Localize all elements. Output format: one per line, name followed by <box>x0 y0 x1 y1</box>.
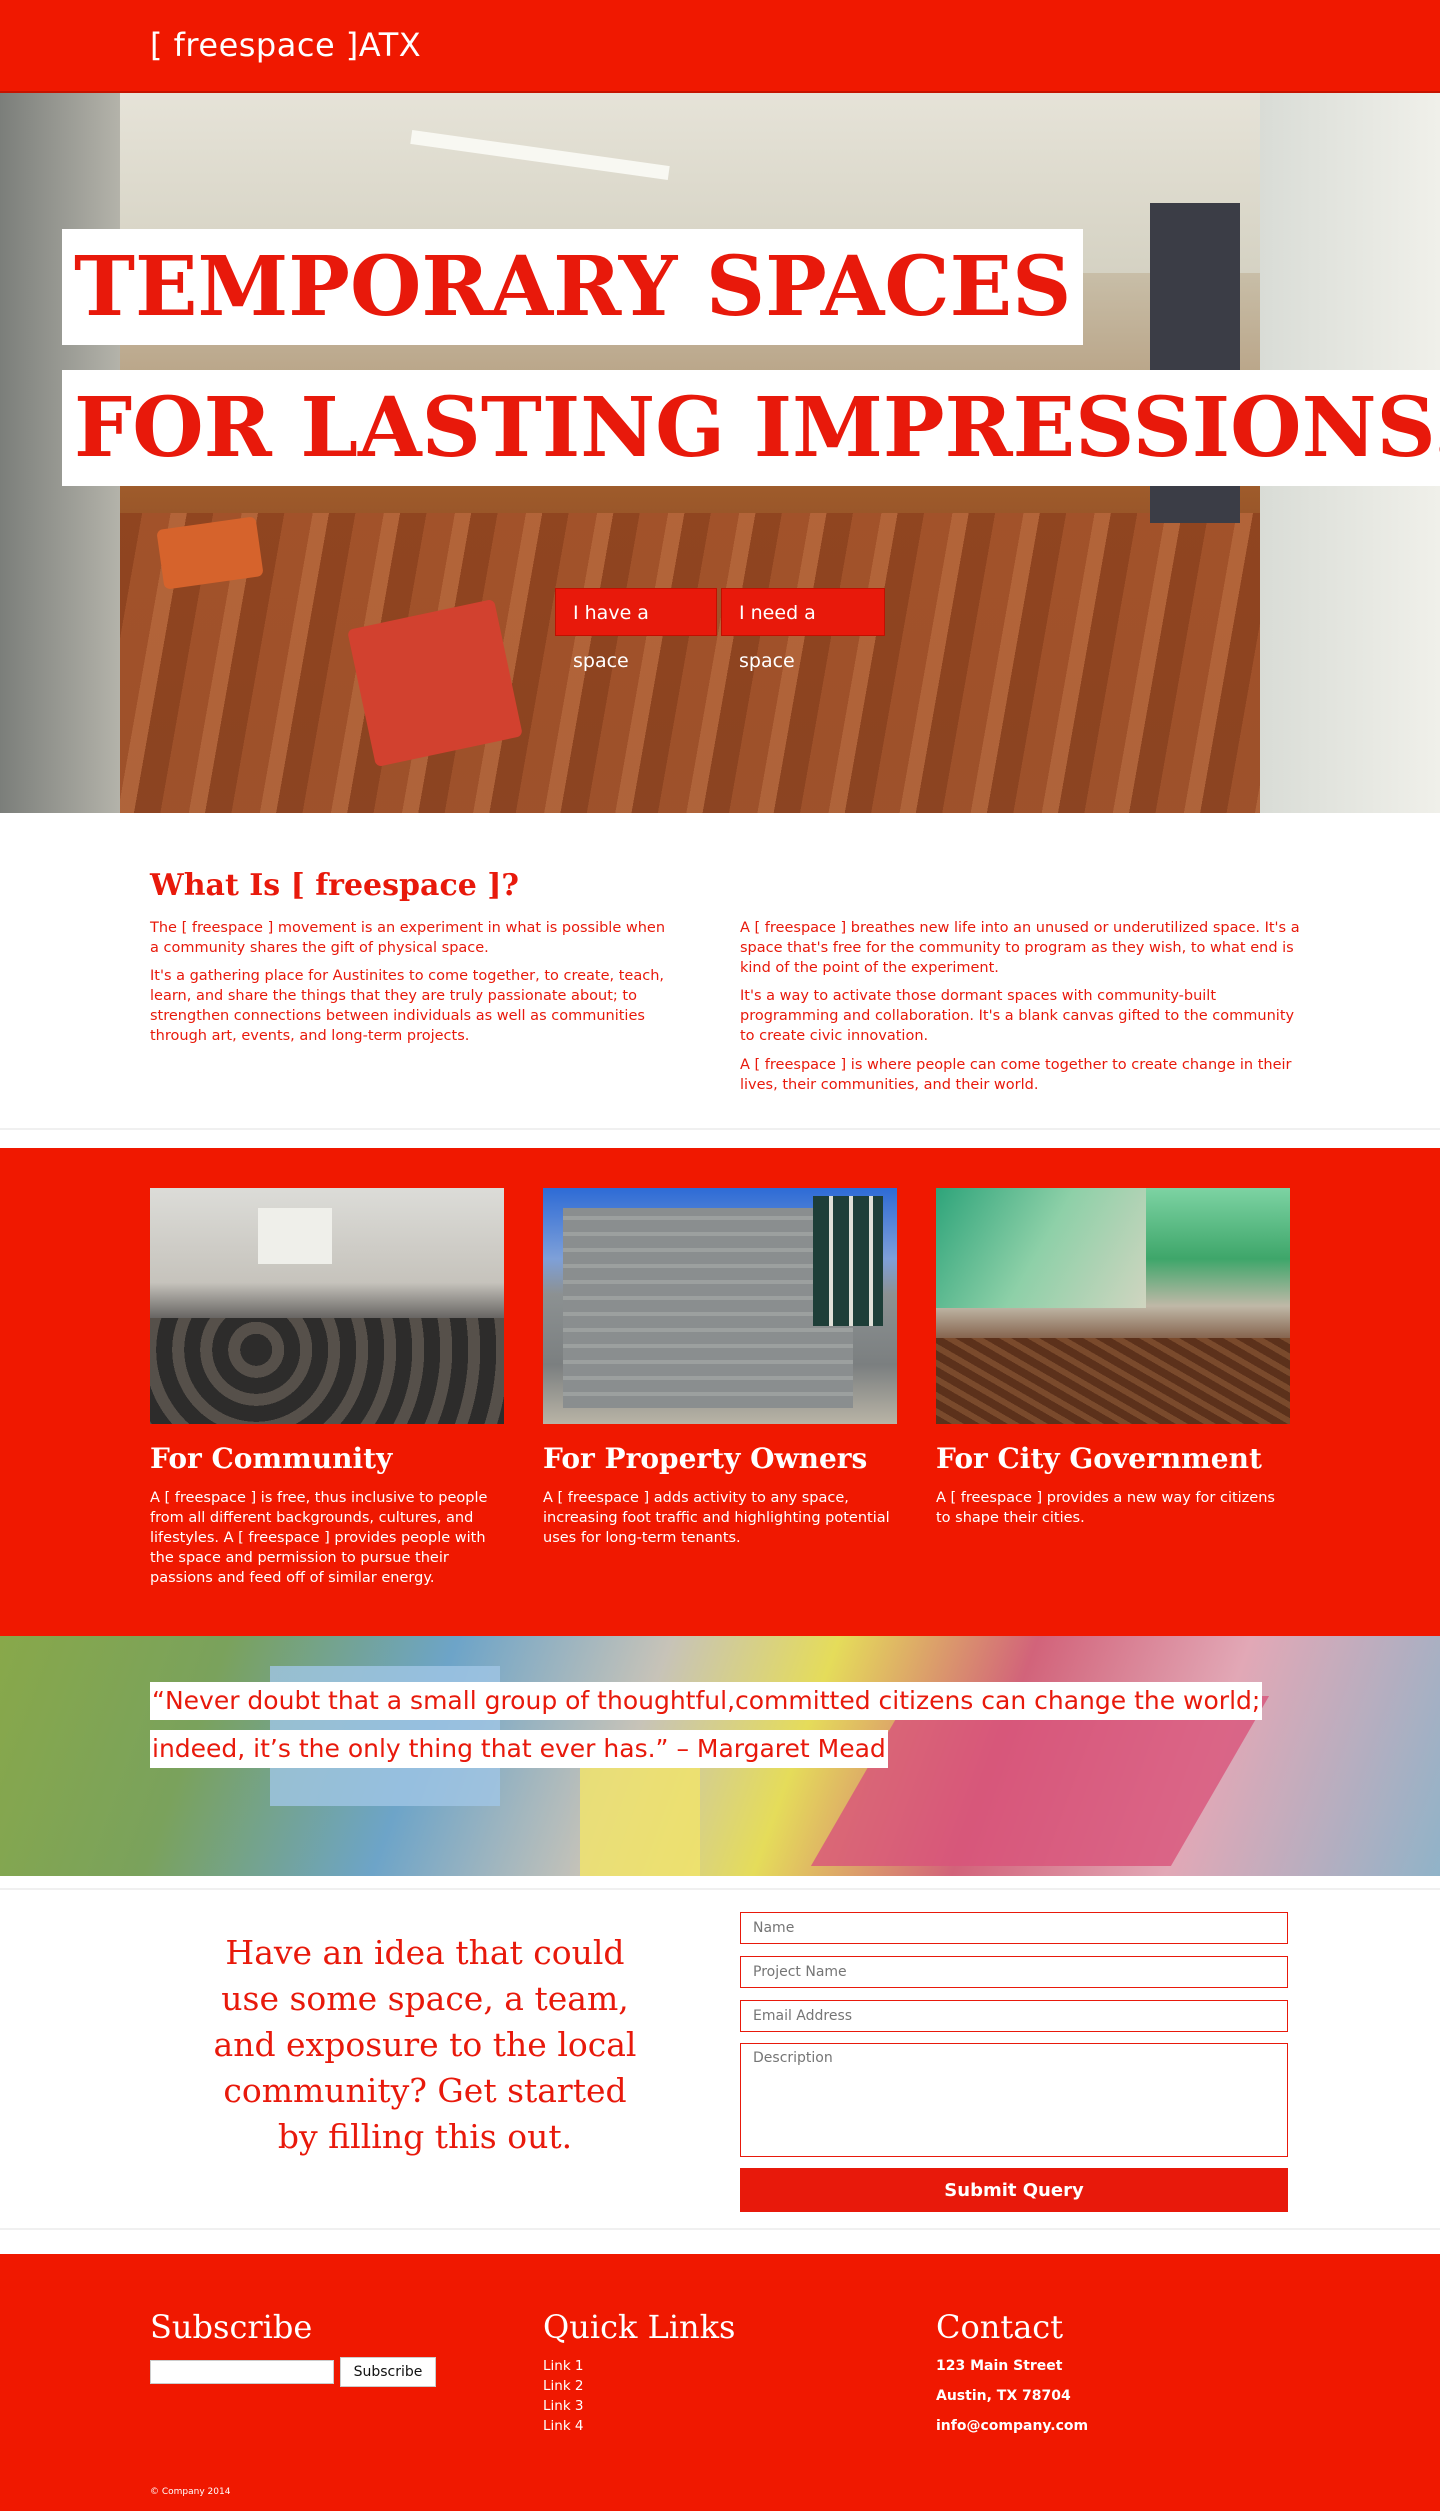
project-name-input[interactable] <box>740 1956 1288 1988</box>
section-divider <box>0 2228 1440 2230</box>
street-mural <box>936 1188 1146 1308</box>
subscribe-email-input[interactable] <box>150 2360 334 2384</box>
feature-text-property-owners: A [ freespace ] adds activity to any spa… <box>543 1490 890 1546</box>
contact-title: Contact <box>936 2308 1064 2346</box>
copyright-text: © Company 2014 <box>150 2487 231 2497</box>
about-paragraph: It's a way to activate those dormant spa… <box>740 988 1295 1044</box>
garden-soil <box>936 1338 1290 1424</box>
footer-link-4[interactable]: Link 4 <box>543 2418 584 2434</box>
about-title: What Is [ freespace ]? <box>150 868 520 903</box>
submit-query-button[interactable]: Submit Query <box>740 2168 1288 2212</box>
property-building-photo <box>543 1188 897 1424</box>
audience <box>150 1318 504 1424</box>
footer-link-1[interactable]: Link 1 <box>543 2358 584 2374</box>
community-meeting-photo <box>150 1188 504 1424</box>
quote-text-line-2: indeed, it’s the only thing that ever ha… <box>150 1730 888 1768</box>
subscribe-title: Subscribe <box>150 2308 313 2346</box>
contact-email-link[interactable]: info@company.com <box>936 2418 1088 2434</box>
city-garden-photo <box>936 1188 1290 1424</box>
quick-links-title: Quick Links <box>543 2308 736 2346</box>
about-paragraph: A [ freespace ] breathes new life into a… <box>740 920 1300 976</box>
about-paragraph: It's a gathering place for Austinites to… <box>150 968 665 1044</box>
project-cta-text: Have an idea that could use some space, … <box>213 1933 637 2156</box>
top-navbar: [ freespace ]ATX <box>0 0 1440 93</box>
name-input[interactable] <box>740 1912 1288 1944</box>
section-divider <box>0 1128 1440 1130</box>
mural-shape-pink <box>810 1696 1270 1866</box>
subscribe-button[interactable]: Subscribe <box>340 2357 436 2387</box>
quote-text-line-1: “Never doubt that a small group of thoug… <box>150 1682 1263 1720</box>
i-need-a-space-button[interactable]: I need a space <box>721 588 885 672</box>
contact-city: Austin, TX 78704 <box>936 2388 1071 2404</box>
section-divider <box>0 1888 1440 1890</box>
brand-logo-link[interactable]: [ freespace ]ATX <box>150 26 421 64</box>
about-paragraph: A [ freespace ] is where people can come… <box>740 1057 1292 1093</box>
feature-title-property-owners: For Property Owners <box>543 1442 868 1475</box>
footer-link-2[interactable]: Link 2 <box>543 2378 584 2394</box>
about-paragraph: The [ freespace ] movement is an experim… <box>150 920 666 956</box>
mural-shape-yellow <box>580 1756 700 1876</box>
footer-link-3[interactable]: Link 3 <box>543 2398 584 2414</box>
hero-headline-line-1: TEMPORARY SPACES <box>62 229 1084 345</box>
building-facade <box>563 1208 853 1408</box>
hero-headline-line-2: FOR LASTING IMPRESSIONS. <box>62 370 1440 486</box>
feature-text-city-government: A [ freespace ] provides a new way for c… <box>936 1490 1275 1526</box>
email-input[interactable] <box>740 2000 1288 2032</box>
description-textarea[interactable] <box>740 2043 1288 2157</box>
i-have-a-space-button[interactable]: I have a space <box>555 588 717 672</box>
contact-address: 123 Main Street <box>936 2358 1063 2374</box>
building-windows <box>813 1196 883 1326</box>
projector-screen <box>258 1208 332 1264</box>
feature-title-city-government: For City Government <box>936 1442 1262 1475</box>
feature-title-community: For Community <box>150 1442 393 1475</box>
feature-text-community: A [ freespace ] is free, thus inclusive … <box>150 1490 488 1586</box>
